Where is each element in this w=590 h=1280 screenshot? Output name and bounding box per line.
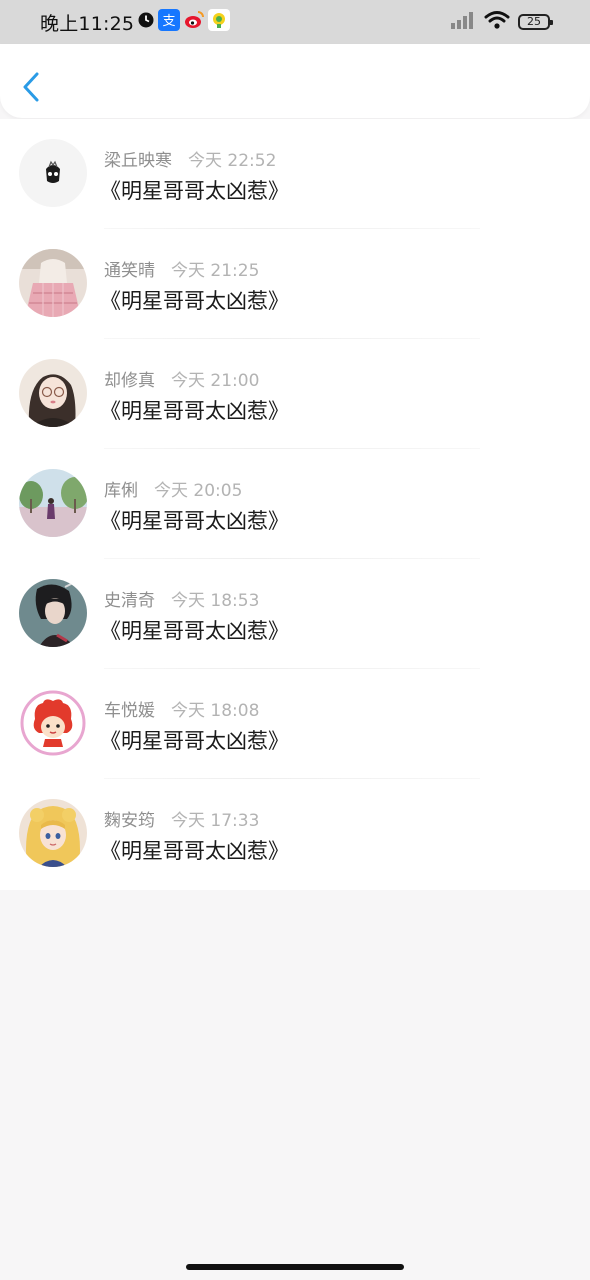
message-meta: 却修真 今天 21:00 [104,366,259,391]
message-title: 《明星哥哥太凶惹》 [100,399,289,423]
sender-name: 麴安筠 [104,811,155,831]
sender-name: 梁丘映寒 [104,151,172,171]
message-meta: 梁丘映寒 今天 22:52 [104,146,276,171]
app-notification-icon [208,9,231,35]
avatar[interactable] [19,689,87,757]
message-meta: 史清奇 今天 18:53 [104,586,259,611]
signal-icon [450,11,476,33]
back-button[interactable] [18,70,48,104]
message-title: 《明星哥哥太凶惹》 [100,289,289,313]
avatar[interactable] [19,469,87,537]
sender-name: 通笑晴 [104,261,155,281]
sender-name: 却修真 [104,371,155,391]
message-list: 梁丘映寒 今天 22:52 《明星哥哥太凶惹》 通笑晴 今天 21:25 《明星哥哥… [0,119,590,890]
battery-icon: 25 [518,14,553,30]
avatar[interactable] [19,579,87,647]
list-item[interactable]: 麴安筠 今天 17:33 《明星哥哥太凶惹》 [0,779,590,889]
status-bar: 晚上11:25 支 25 [0,0,590,44]
sender-name: 库俐 [104,481,138,501]
avatar[interactable] [19,139,87,207]
message-time: 今天 20:05 [154,481,243,501]
avatar[interactable] [19,249,87,317]
message-time: 今天 17:33 [171,811,260,831]
status-right: 25 [450,10,553,34]
message-time: 今天 21:00 [171,371,260,391]
message-time: 今天 21:25 [171,261,260,281]
alipay-icon: 支 [158,9,181,35]
avatar[interactable] [19,799,87,867]
message-title: 《明星哥哥太凶惹》 [100,509,289,533]
home-indicator[interactable] [186,1264,404,1270]
message-time: 今天 22:52 [188,151,277,171]
svg-text:支: 支 [163,14,176,29]
avatar[interactable] [19,359,87,427]
sender-name: 车悦媛 [104,701,155,721]
message-title: 《明星哥哥太凶惹》 [100,729,289,753]
chevron-left-icon [23,72,39,102]
message-meta: 库俐 今天 20:05 [104,476,242,501]
top-header [0,44,590,118]
list-item[interactable]: 通笑晴 今天 21:25 《明星哥哥太凶惹》 [0,229,590,339]
list-item[interactable]: 史清奇 今天 18:53 《明星哥哥太凶惹》 [0,559,590,669]
list-item[interactable]: 梁丘映寒 今天 22:52 《明星哥哥太凶惹》 [0,119,590,229]
message-meta: 麴安筠 今天 17:33 [104,806,259,831]
list-item[interactable]: 却修真 今天 21:00 《明星哥哥太凶惹》 [0,339,590,449]
wifi-icon [484,10,510,34]
message-time: 今天 18:08 [171,701,260,721]
message-meta: 车悦媛 今天 18:08 [104,696,259,721]
status-time: 晚上11:25 [40,12,135,35]
list-item[interactable]: 车悦媛 今天 18:08 《明星哥哥太凶惹》 [0,669,590,779]
weibo-icon [183,9,205,35]
sender-name: 史清奇 [104,591,155,611]
message-title: 《明星哥哥太凶惹》 [100,619,289,643]
message-title: 《明星哥哥太凶惹》 [100,179,289,203]
message-time: 今天 18:53 [171,591,260,611]
message-title: 《明星哥哥太凶惹》 [100,839,289,863]
alarm-icon [137,11,155,33]
message-meta: 通笑晴 今天 21:25 [104,256,259,281]
list-item[interactable]: 库俐 今天 20:05 《明星哥哥太凶惹》 [0,449,590,559]
